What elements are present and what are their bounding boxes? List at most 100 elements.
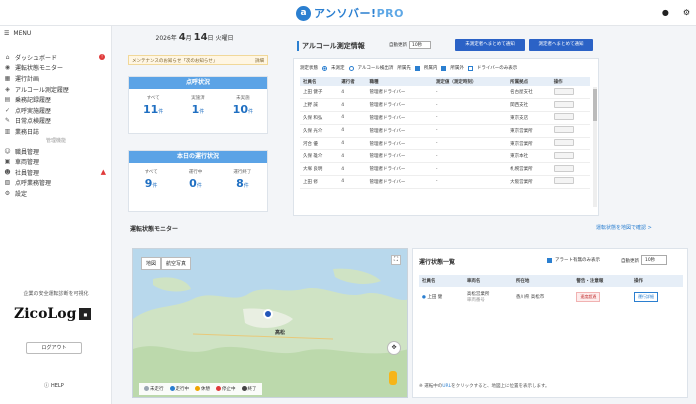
row-action-button[interactable] [553,113,574,121]
sidebar-item-inspection[interactable]: ✎ 日常点検履歴 [0,116,112,127]
op-refresh-select[interactable]: 10秒 [641,255,667,265]
notice-detail-link[interactable]: 詳細 [255,58,264,64]
row-action-button[interactable] [553,126,574,134]
sidebar-item-records[interactable]: ▤ 乗務記録履歴 [0,94,112,105]
rollcall-stat-done[interactable]: 実施済 1件 [191,95,205,116]
row-action-button[interactable] [553,151,574,159]
wrench-icon: ✎ [4,117,11,125]
date-display: 2026年 4月 14日 火曜日 [155,32,234,43]
map-tab-map[interactable]: 地図 [141,257,162,270]
auto-refresh-select[interactable]: 10秒 [409,41,431,49]
sidebar-item-plan[interactable]: ▦ 運行計画 [0,73,112,84]
app-logo[interactable]: a アンソバー!PRO [296,5,404,21]
row-action-button[interactable] [553,164,574,172]
legend-item: 終了 [241,386,257,392]
radio-unmeasured[interactable] [322,65,327,71]
sidebar-item-alcohol[interactable]: ◈ アルコール測定履歴 [0,84,112,95]
sidebar-item-monitor[interactable]: ◉ 運転状態モニター [0,63,112,74]
table-row: 久保 和弘 4 管理者ドライバー - 東京支店 [300,111,590,125]
checkbox-drivers-only[interactable] [467,65,473,71]
row-action-button[interactable] [553,177,574,185]
operations-stat-finished[interactable]: 運行終了 8件 [233,169,251,190]
map-city-label: 高松 [275,330,286,336]
operation-table: 社員名 車両名 所在地 警告・注意報 操作 ● 上田 健 高松営業所 車両番号 香… [419,275,683,307]
sidebar-item-dashboard[interactable]: ⌂ ダッシュボード! [0,52,112,63]
operations-stat-driving[interactable]: 運行中 0件 [189,169,203,190]
sidebar-section-label: 管理機能 [45,137,66,144]
table-row: 河合 優 4 管理者ドライバー - 東京営業所 [300,137,590,151]
document-icon: ▤ [4,96,11,104]
legend-item: 停止中 [216,386,236,392]
alcohol-icon: ◈ [5,85,10,93]
sidebar-item-employees[interactable]: ☻ 社員管理 ▲ [0,167,112,178]
sidebar-item-vehicles[interactable]: ▣ 車両管理 [0,156,112,167]
help-link[interactable]: ⓘ HELP [44,382,64,390]
sidebar: ☰ MENU ⌂ ダッシュボード! ◉ 運転状態モニター ▦ 運行計画 ◈ アルコール測… [0,26,112,404]
map-compass-icon[interactable]: ✥ [387,341,401,355]
status-dot-icon: ● [422,295,426,300]
rollcall-card: 点呼状況 すべて 11件 実施済 1件 未実施 10件 [128,76,268,134]
footnote-link[interactable]: URL [442,384,451,389]
gear-icon[interactable]: ⚙ [683,8,690,17]
sidebar-item-settings[interactable]: ⚙ 設定 [0,188,112,199]
logout-button[interactable]: ログアウト [26,342,82,354]
checkbox-external[interactable] [441,65,447,71]
help-icon: ⓘ [44,383,50,389]
map-tab-satellite[interactable]: 航空写真 [161,257,192,270]
table-row: 上田 修 4 管理者ドライバー - 大阪営業所 [300,175,590,189]
operation-list-panel: 運行状態一覧 アラート有無のみ表示 自動更新 10秒 社員名 車両名 所在地 警… [412,248,688,398]
operation-list-title: 運行状態一覧 [419,259,456,266]
alcohol-panel: 測定状態 未測定 アルコール検出済 所属先 所属内 所属外 ドライバーのみ表示 … [293,58,599,216]
user-icon: ☺ [4,147,11,155]
street-view-icon[interactable] [389,371,397,385]
checkbox-alert-only[interactable] [547,257,552,263]
radio-detected[interactable] [348,65,354,71]
calendar-icon: ▦ [4,74,11,82]
alert-filter[interactable]: アラート有無のみ表示 [547,257,600,263]
row-action-button[interactable] [553,87,574,95]
sidebar-item-rollcall-admin[interactable]: ▧ 点呼業務管理 [0,178,112,189]
monitor-icon: ◉ [4,64,11,72]
operations-card: 本日の運行状況 すべて 9件 運行中 0件 運行終了 8件 [128,150,268,212]
menu-label: MENU [13,30,32,37]
sidebar-item-rollcall[interactable]: ✓ 点呼実施履歴 [0,105,112,116]
rollcall-stat-pending[interactable]: 未実施 10件 [233,95,253,116]
row-action-button[interactable] [553,139,574,147]
maintenance-notice[interactable]: メンテナンスのお知らせ「次のお知らせ」 詳細 [128,55,268,65]
table-row: 久保 雄介 4 管理者ドライバー - 東京本社 [300,149,590,164]
fullscreen-icon[interactable]: ⛶ [391,255,401,265]
table-row: 上田 健子 4 管理者ドライバー - 名古屋支社 [300,86,590,100]
clipboard-icon: ▧ [4,179,11,187]
sidebar-item-journal[interactable]: ▥ 業務日誌 [0,126,112,137]
rollcall-stat-all[interactable]: すべて 11件 [143,95,163,116]
map-type-tabs: 地図 航空写真 [141,257,192,270]
sidebar-item-staff[interactable]: ☺ 職員管理 [0,146,112,157]
alcohol-section: アルコール測定情報 自動更新 10秒 未測定者へまとめて通知 測定者へまとめて通… [283,36,599,216]
operation-detail-button[interactable]: 運行詳細 [634,292,659,302]
row-action-button[interactable] [553,100,574,108]
map-view[interactable]: 地図 航空写真 ⛶ 高松 ✥ 未走行 走行中 休憩 停止中 終了 [132,248,408,398]
logo-icon: a [296,5,311,21]
checkbox-internal[interactable] [414,65,420,71]
alcohol-filters: 測定状態 未測定 アルコール検出済 所属先 所属内 所属外 ドライバーのみ表示 [300,65,518,71]
operations-stat-all[interactable]: すべて 9件 [145,169,158,190]
bell-icon[interactable]: ● [662,8,669,17]
rollcall-card-title: 点呼状況 [129,77,267,89]
alcohol-table: 社員名 運行者 職種 測定値（測定時刻） 所属拠点 操作 上田 健子 4 管理者ドラ… [300,77,590,189]
gear-icon: ⚙ [4,189,11,197]
hamburger-icon: ☰ [4,30,10,37]
legend-item: 走行中 [169,386,189,392]
alcohol-scrollbar[interactable] [593,87,597,207]
table-row: 大塚 良明 4 管理者ドライバー - 札幌営業所 [300,162,590,177]
vehicle-marker-icon[interactable] [263,309,273,319]
operation-footnote: ※ 運転中のURLをクリックすると、地図上に位置を表示します。 [419,384,550,389]
notify-measured-button[interactable]: 測定者へまとめて通知 [529,39,593,51]
home-icon: ⌂ [5,53,10,61]
notify-unmeasured-button[interactable]: 未測定者へまとめて通知 [455,39,525,51]
table-row: 上野 誠 4 管理者ドライバー - 関西支社 [300,98,590,113]
auto-refresh-label: 自動更新 [389,43,407,48]
menu-toggle[interactable]: ☰ MENU [4,30,31,37]
sidebar-nav: ⌂ ダッシュボード! ◉ 運転状態モニター ▦ 運行計画 ◈ アルコール測定履歴 ▤ 乗務… [0,52,112,199]
monitor-link[interactable]: 運転状態を地図で確認 > [596,224,652,231]
brand-mark-icon: ■ [79,308,92,320]
